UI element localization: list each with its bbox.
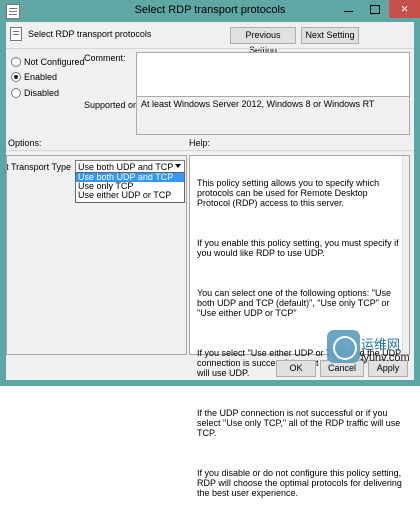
options-panel: Select Transport Type Use both UDP and T… bbox=[6, 155, 187, 355]
help-paragraph-1: This policy setting allows you to specif… bbox=[197, 178, 382, 208]
help-heading: Help: bbox=[189, 138, 211, 148]
supported-on-value: At least Windows Server 2012, Windows 8 … bbox=[141, 99, 375, 109]
chevron-down-icon[interactable] bbox=[175, 164, 181, 168]
close-button[interactable]: × bbox=[389, 0, 420, 18]
help-panel: This policy setting allows you to specif… bbox=[189, 155, 410, 498]
enabled-radio-circle[interactable] bbox=[11, 72, 21, 82]
options-help-divider bbox=[6, 150, 414, 151]
supported-on-field[interactable]: At least Windows Server 2012, Windows 8 … bbox=[136, 96, 410, 135]
help-paragraph-5: If the UDP connection is not successful … bbox=[197, 408, 403, 438]
previous-setting-button[interactable]: Previous Setting bbox=[230, 27, 296, 55]
next-setting-button[interactable]: Next Setting bbox=[301, 27, 359, 44]
disabled-radio-circle[interactable] bbox=[11, 88, 21, 98]
policy-editor-client: Select RDP transport protocols Previous … bbox=[6, 22, 414, 498]
ok-button[interactable]: OK bbox=[276, 360, 316, 377]
help-paragraph-6: If you disable or do not configure this … bbox=[197, 468, 405, 498]
selected-transport-value: Use both UDP and TCP bbox=[78, 162, 174, 172]
transport-dropdown-list[interactable]: Use both UDP and TCP Use only TCP Use ei… bbox=[75, 172, 185, 203]
comment-field[interactable] bbox=[136, 52, 410, 98]
title-bar[interactable]: Select RDP transport protocols × bbox=[0, 0, 420, 22]
site-watermark: 运维网 iyunv.com bbox=[327, 330, 420, 386]
setting-icon bbox=[10, 27, 22, 41]
setting-title: Select RDP transport protocols bbox=[28, 29, 152, 39]
maximize-button[interactable] bbox=[362, 0, 389, 18]
not-configured-label: Not Configured bbox=[24, 57, 85, 67]
dialog-window: Select RDP transport protocols × Select … bbox=[0, 0, 420, 498]
watermark-site: iyunv.com bbox=[361, 352, 410, 364]
transport-option-either[interactable]: Use either UDP or TCP bbox=[76, 191, 184, 200]
minimize-button[interactable] bbox=[336, 0, 362, 18]
help-paragraph-2: If you enable this policy setting, you m… bbox=[197, 238, 402, 258]
enabled-label: Enabled bbox=[24, 72, 58, 82]
watermark-logo-icon bbox=[327, 330, 360, 363]
not-configured-radio-circle[interactable] bbox=[11, 57, 21, 67]
comment-label: Comment: bbox=[84, 53, 126, 63]
help-paragraph-3: You can select one of the following opti… bbox=[197, 288, 394, 318]
supported-on-label: Supported on: bbox=[84, 100, 141, 110]
help-scrollbar[interactable] bbox=[402, 156, 409, 354]
select-transport-type-label: Select Transport Type bbox=[7, 162, 71, 172]
disabled-label: Disabled bbox=[24, 88, 60, 98]
watermark-title: 运维网 bbox=[361, 337, 401, 352]
header-divider bbox=[6, 48, 414, 49]
options-heading: Options: bbox=[8, 138, 42, 148]
